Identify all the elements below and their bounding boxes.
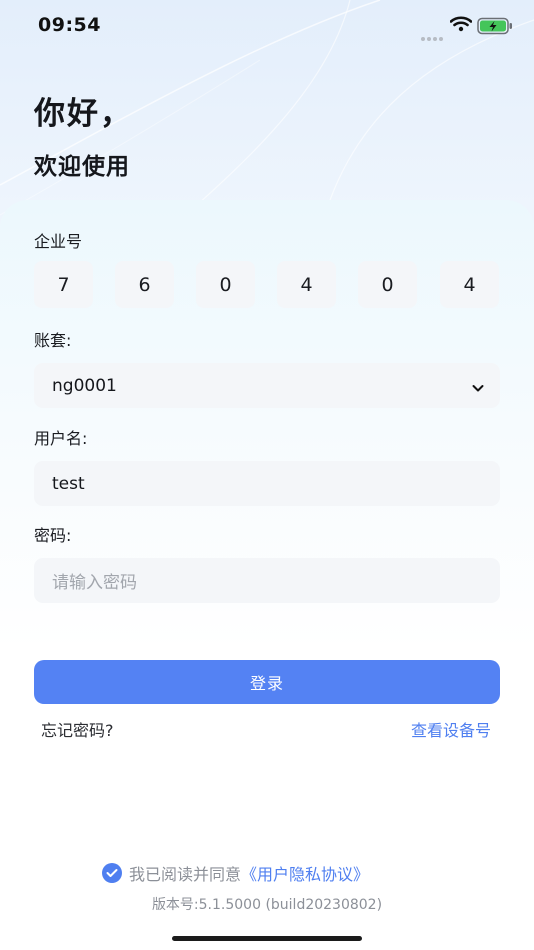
version-text: 版本号:5.1.5000 (build20230802) <box>151 897 383 913</box>
view-device-id-link[interactable]: 查看设备号 <box>411 717 491 741</box>
home-indicator[interactable] <box>172 936 362 941</box>
company-digit-6[interactable]: 4 <box>440 261 499 308</box>
username-label: 用户名: <box>34 429 88 448</box>
account-set-value: ng0001 <box>52 375 117 396</box>
password-input[interactable]: 请输入密码 <box>34 558 500 603</box>
company-label: 企业号 <box>34 232 83 251</box>
checkmark-icon <box>106 869 118 877</box>
company-digit-3[interactable]: 0 <box>196 261 255 308</box>
forgot-password-link[interactable]: 忘记密码? <box>41 717 114 741</box>
password-placeholder: 请输入密码 <box>52 573 137 593</box>
agreement-text: 我已阅读并同意 <box>129 865 242 884</box>
username-value: test <box>52 473 85 494</box>
status-bar: 09:54 <box>0 0 534 52</box>
greeting-title: 你好， <box>34 96 133 132</box>
chevron-down-icon <box>472 378 484 398</box>
account-set-label: 账套: <box>34 331 72 350</box>
wifi-icon <box>449 16 473 36</box>
password-label: 密码: <box>34 526 72 545</box>
company-digit-1[interactable]: 7 <box>34 261 93 308</box>
privacy-policy-link[interactable]: 《用户隐私协议》 <box>241 861 369 885</box>
company-digit-2[interactable]: 6 <box>115 261 174 308</box>
greeting-subtitle: 欢迎使用 <box>34 154 130 180</box>
agreement-checkbox[interactable] <box>102 863 122 883</box>
battery-charging-icon <box>477 17 513 39</box>
agreement-row: 我已阅读并同意 《用户隐私协议》 <box>102 861 369 885</box>
company-digit-5[interactable]: 0 <box>358 261 417 308</box>
account-set-select[interactable]: ng0001 <box>34 363 500 408</box>
status-time: 09:54 <box>38 14 101 36</box>
company-digit-4[interactable]: 4 <box>277 261 336 308</box>
login-button[interactable]: 登录 <box>34 660 500 704</box>
username-input[interactable]: test <box>34 461 500 506</box>
cellular-signal-icon <box>421 26 445 45</box>
